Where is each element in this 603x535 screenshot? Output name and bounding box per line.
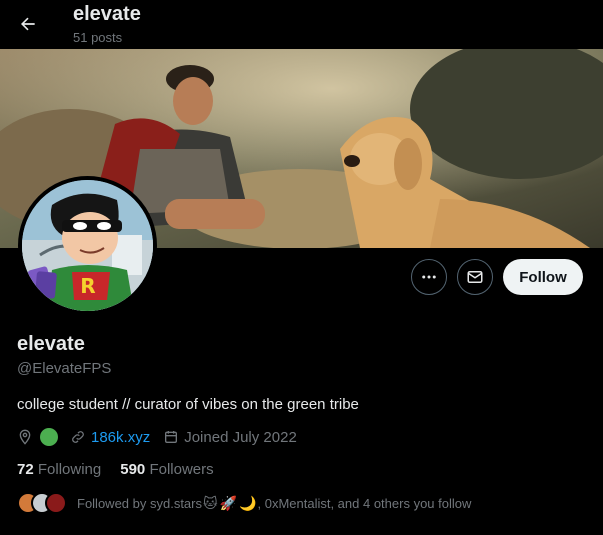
follow-stats: 72 Following 590 Followers [17,461,214,478]
following-count: 72 [17,461,34,478]
mutual-avatar [45,492,67,514]
rocket-emoji-icon: 🚀 [219,494,238,511]
profile-bio: college student // curator of vibes on t… [17,396,359,413]
followed-by-suffix: , 0xMentalist, and 4 others you follow [257,495,472,511]
joined-date: Joined July 2022 [184,428,297,446]
message-button[interactable] [457,259,493,295]
following-label: Following [37,461,102,478]
user-handle: @ElevateFPS [17,360,112,377]
following-link[interactable]: 72 Following [17,461,101,478]
more-button[interactable] [411,259,447,295]
display-name: elevate [17,333,85,355]
svg-text:R: R [80,274,95,298]
header-title: elevate [73,3,141,25]
profile-avatar[interactable]: R [18,176,157,315]
avatar-image: R [22,180,153,311]
followers-count: 590 [120,461,146,478]
followed-by-text: Followed by syd.stars 🐱 🚀 🌙, 0xMentalist, … [77,495,471,512]
mutual-avatars [17,492,69,514]
location-icon [19,429,31,445]
followers-label: Followers [149,461,214,478]
website-link[interactable]: 186k.xyz [91,429,150,446]
mail-icon [467,271,483,283]
cat-emoji-icon: 🐱 [203,494,218,511]
back-button[interactable] [12,8,44,40]
moon-emoji-icon: 🌙 [239,494,257,511]
profile-meta: 186k.xyz Joined July 2022 [17,428,297,446]
more-icon [422,275,436,279]
calendar-icon [165,431,178,443]
followed-by[interactable]: Followed by syd.stars 🐱 🚀 🌙, 0xMentalist, … [17,492,471,514]
post-count: 51 posts [73,30,123,45]
arrow-left-icon [21,17,35,31]
followed-by-prefix: Followed by syd.stars [77,495,202,511]
link-icon [72,431,84,443]
profile-actions: Follow [411,259,583,295]
top-bar: elevate 51 posts [0,0,603,49]
follow-button[interactable]: Follow [503,259,583,295]
followers-link[interactable]: 590 Followers [120,461,213,478]
location-green-circle-icon [40,428,58,446]
